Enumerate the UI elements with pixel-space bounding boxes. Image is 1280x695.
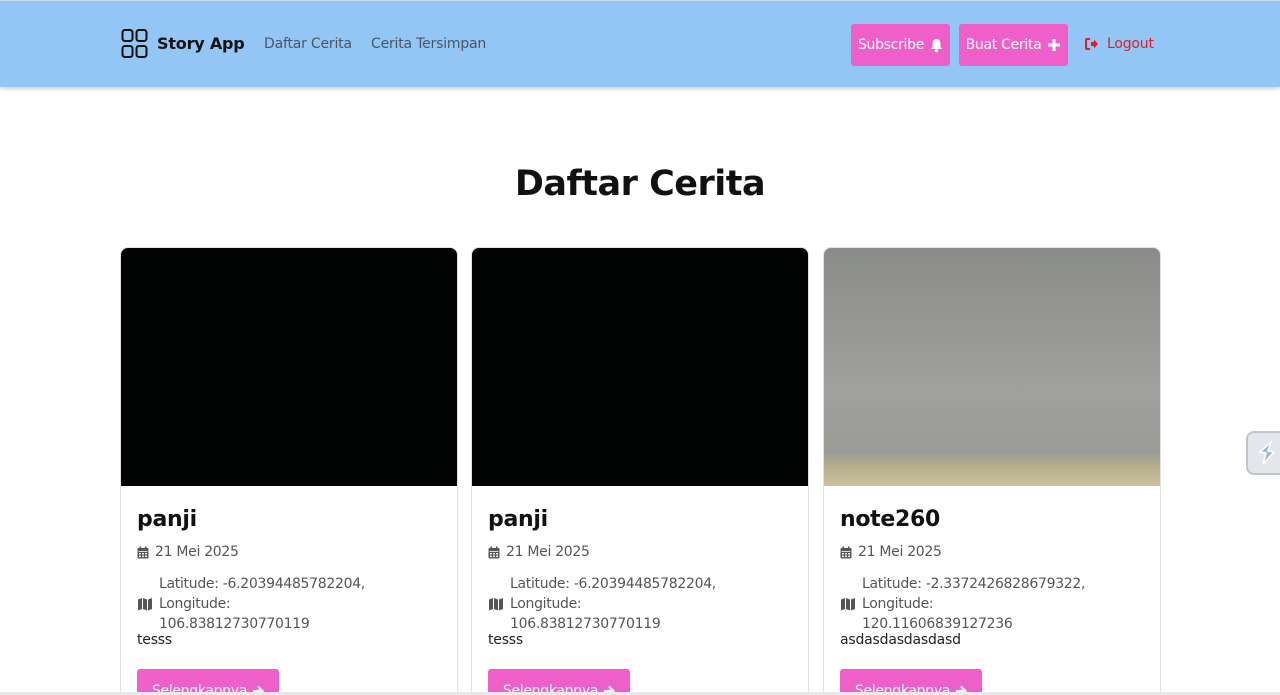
brand-name: Story App	[157, 34, 245, 53]
story-date: 21 Mei 2025	[488, 544, 590, 560]
plus-icon	[1048, 39, 1061, 51]
story-card: panji 21 Mei 2025 Latitude: -6.203944857…	[120, 247, 458, 695]
nav-link-daftar-cerita[interactable]: Daftar Cerita	[264, 36, 352, 52]
logout-label: Logout	[1107, 36, 1154, 52]
create-story-label: Buat Cerita	[965, 37, 1042, 53]
calendar-icon	[840, 546, 852, 558]
map-icon	[138, 598, 152, 611]
story-date-text: 21 Mei 2025	[155, 544, 239, 560]
story-longitude-text: 120.11606839127236	[862, 616, 1013, 632]
grid-icon	[121, 29, 148, 58]
story-photo	[472, 248, 808, 486]
story-card: note260 21 Mei 2025 Latitude: -2.3372426…	[823, 247, 1161, 695]
extension-widget-button[interactable]	[1246, 431, 1280, 475]
story-date-text: 21 Mei 2025	[506, 544, 590, 560]
story-author: note260	[840, 507, 941, 532]
subscribe-button[interactable]: Subscribe	[851, 24, 950, 66]
map-icon	[489, 598, 503, 611]
story-latitude-text: Latitude: -2.3372426828679322, Longitude…	[862, 576, 1086, 612]
bell-icon	[931, 38, 943, 52]
story-date: 21 Mei 2025	[137, 544, 239, 560]
story-location: Latitude: -2.3372426828679322, Longitude…	[840, 574, 1140, 634]
story-location: Latitude: -6.20394485782204, Longitude: …	[137, 574, 437, 634]
sign-out-icon	[1085, 38, 1098, 50]
map-icon	[841, 598, 855, 611]
story-longitude-text: 106.83812730770119	[510, 616, 661, 632]
story-photo	[824, 248, 1160, 486]
bolt-icon	[1258, 440, 1276, 465]
page-title: Daftar Cerita	[514, 164, 766, 204]
story-description: tesss	[137, 632, 172, 648]
nav-link-cerita-tersimpan[interactable]: Cerita Tersimpan	[371, 36, 486, 52]
story-latitude-text: Latitude: -6.20394485782204, Longitude:	[159, 576, 365, 612]
story-author: panji	[137, 507, 197, 532]
calendar-icon	[488, 546, 500, 558]
story-date: 21 Mei 2025	[840, 544, 942, 560]
story-photo	[121, 248, 457, 486]
story-date-text: 21 Mei 2025	[858, 544, 942, 560]
navbar: Story App Daftar Cerita Cerita Tersimpan…	[0, 0, 1280, 87]
story-description: asdasdasdasdasd	[840, 632, 961, 648]
story-latitude-text: Latitude: -6.20394485782204, Longitude:	[510, 576, 716, 612]
story-location: Latitude: -6.20394485782204, Longitude: …	[488, 574, 788, 634]
create-story-button[interactable]: Buat Cerita	[959, 24, 1068, 66]
logout-link[interactable]: Logout	[1085, 36, 1154, 52]
story-author: panji	[488, 507, 548, 532]
subscribe-label: Subscribe	[857, 37, 925, 53]
calendar-icon	[137, 546, 149, 558]
story-description: tesss	[488, 632, 523, 648]
brand[interactable]: Story App	[121, 28, 245, 59]
story-longitude-text: 106.83812730770119	[159, 616, 310, 632]
story-card: panji 21 Mei 2025 Latitude: -6.203944857…	[471, 247, 809, 695]
